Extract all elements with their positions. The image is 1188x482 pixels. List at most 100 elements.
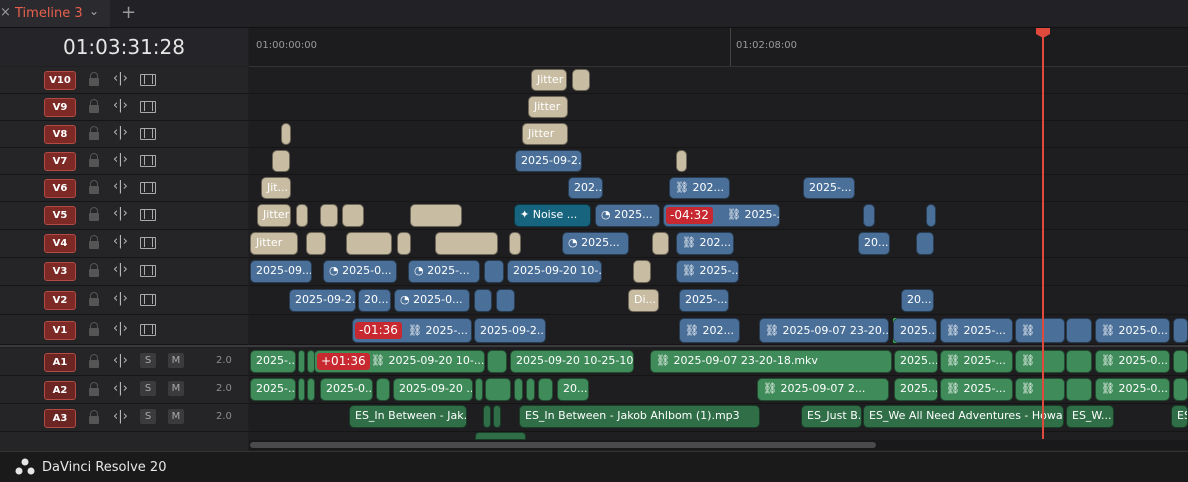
track-tag[interactable]: V9 [44,98,76,117]
film-icon[interactable] [140,155,156,167]
clip-video[interactable] [474,289,492,312]
film-icon[interactable] [140,324,156,336]
clip-effect[interactable]: ✦ Noise ... [514,204,591,227]
clip-video[interactable]: 2025-... [679,289,729,312]
lock-icon[interactable] [89,99,99,113]
lock-icon[interactable] [89,263,99,277]
clip-audio[interactable] [1066,378,1092,401]
close-icon[interactable]: × [0,5,11,20]
track-lane-v8[interactable] [249,121,1188,148]
clip-video[interactable]: 2025-... [803,177,855,199]
clip-jitter[interactable]: Jit... [261,177,291,199]
clip-audio[interactable]: ⛓ 2025-... [940,378,1013,401]
lock-icon[interactable] [89,235,99,249]
link-icon[interactable]: ‹|› [113,125,128,140]
link-icon[interactable]: ‹|› [113,152,128,167]
film-icon[interactable] [140,265,156,277]
tab-timeline[interactable]: × Timeline 3 ⌄ [0,0,110,27]
clip-audio-music[interactable]: ES_In Between - Jak... [349,405,467,428]
link-icon[interactable]: ‹|› [113,98,128,113]
clip-audio[interactable] [1173,350,1188,373]
clip-video[interactable] [484,260,504,283]
track-lane-v9[interactable] [249,94,1188,121]
film-icon[interactable] [140,128,156,140]
clip-adjustment[interactable] [435,232,498,255]
clip-audio-music[interactable]: ES_In Between - Jakob Ahlbom (1).mp3 [519,405,760,428]
track-lane-v10[interactable] [249,67,1188,94]
clip-audio[interactable] [1173,378,1188,401]
clip-audio[interactable]: 2025-09-20 10-25-10... [510,350,634,373]
link-icon[interactable]: ‹|› [113,234,128,249]
clip-adjustment[interactable] [509,232,521,255]
clip-audio[interactable] [1066,350,1092,373]
solo-button[interactable]: S [140,353,156,368]
clip-video[interactable]: 2025-09-20 10-... [507,260,602,283]
clip-video[interactable]: 202... [568,177,603,199]
film-icon[interactable] [140,237,156,249]
clip-audio[interactable]: 2025-0... [320,378,373,401]
lock-icon[interactable] [89,322,99,336]
clip-audio-music[interactable] [483,405,491,428]
lock-icon[interactable] [89,180,99,194]
mute-button[interactable]: M [168,409,184,424]
clip-audio-music[interactable]: ES_We All Need Adventures - Howar... [863,405,1064,428]
clip-video[interactable]: ⛓ 2025-09-07 23-20... [759,318,889,343]
clip-video[interactable]: ◔ 2025-... [408,260,480,283]
clip-video[interactable]: 2025-09-2... [474,318,546,343]
lock-icon[interactable] [89,292,99,306]
clip-audio[interactable] [514,378,523,401]
clip-video[interactable]: ◔ 2025-0... [323,260,397,283]
clip-adjustment[interactable] [676,150,687,172]
clip-jitter[interactable]: Jitter [528,96,568,118]
clip-audio[interactable]: 2025-... [250,378,296,401]
clip-video[interactable] [916,232,934,255]
clip-adjustment[interactable] [281,123,291,145]
lock-icon[interactable] [89,410,99,424]
clip-jitter[interactable]: Jitter [531,69,567,91]
clip-audio[interactable] [487,350,507,373]
clip-audio[interactable]: ⛓ 2025-... [940,350,1013,373]
video-audio-separator[interactable] [0,345,1188,347]
lock-icon[interactable] [89,72,99,86]
clip-adjustment[interactable] [296,204,308,227]
lock-icon[interactable] [89,207,99,221]
solo-button[interactable]: S [140,409,156,424]
clip-video[interactable] [1066,318,1092,343]
clip-audio[interactable] [307,378,315,401]
clip-video[interactable]: ⛓ 202... [676,232,734,255]
clip-video[interactable]: 2025-09-2... [515,150,582,172]
clip-audio-partial[interactable] [475,432,526,440]
film-icon[interactable] [140,74,156,86]
track-tag[interactable]: V6 [44,179,76,198]
timeline-scrollbar[interactable] [249,440,1188,450]
playhead[interactable] [1042,34,1044,439]
lock-icon[interactable] [89,126,99,140]
clip-audio[interactable]: ⛓ [1015,350,1065,373]
clip-audio[interactable] [526,378,535,401]
clip-audio[interactable] [538,378,553,401]
link-icon[interactable]: ‹|› [113,179,128,194]
clip-audio-music[interactable] [493,405,501,428]
film-icon[interactable] [140,101,156,113]
clip-adjustment[interactable] [272,150,290,172]
track-tag[interactable]: V8 [44,125,76,144]
clip-video[interactable]: 20... [858,232,890,255]
clip-video[interactable]: ◔ 2025... [595,204,660,227]
clip-video[interactable]: ⛓ 202... [669,177,730,199]
link-icon[interactable]: ‹|› [113,206,128,221]
clip-audio[interactable]: 2025-... [250,350,296,373]
clip-audio[interactable]: ⛓ 2025-09-07 23-20-18.mkv [650,350,892,373]
clip-video[interactable]: ⛓ [1015,318,1065,343]
scrollbar-thumb[interactable] [250,442,876,448]
clip-audio-music[interactable]: ES_Just B... [801,405,862,428]
lock-icon[interactable] [89,153,99,167]
track-lane-v7[interactable] [249,148,1188,175]
solo-button[interactable]: S [140,381,156,396]
link-icon[interactable]: ‹|› [113,291,128,306]
lock-icon[interactable] [89,382,99,396]
track-tag[interactable]: V4 [44,234,76,253]
clip-adjustment[interactable] [306,232,326,255]
clip-audio[interactable]: ⛓ 2025-0... [1095,350,1170,373]
clip-video[interactable]: ⛓ 2025-0... [1095,318,1170,343]
clip-adjustment[interactable] [342,204,364,227]
